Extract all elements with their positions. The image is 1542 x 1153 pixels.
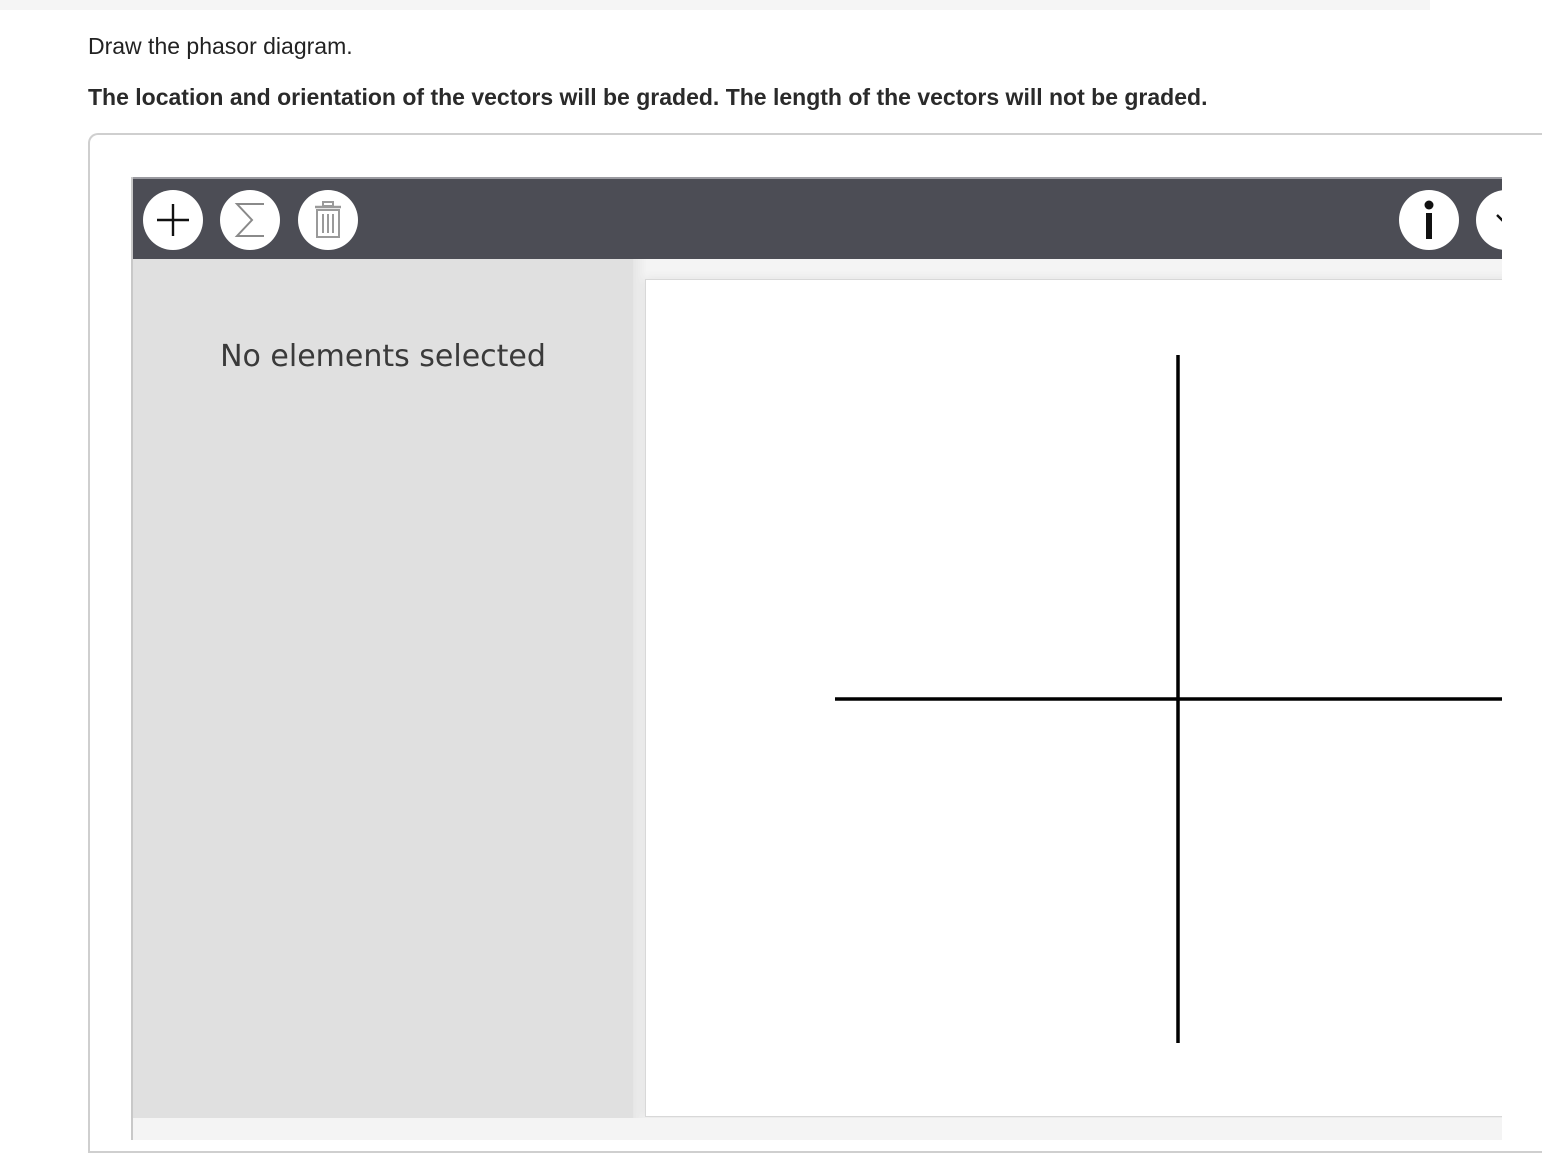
- info-button[interactable]: [1399, 190, 1459, 250]
- sigma-icon: [234, 203, 264, 237]
- grading-note: The location and orientation of the vect…: [88, 84, 1208, 110]
- properties-panel: No elements selected: [133, 259, 633, 1118]
- selection-status: No elements selected: [220, 339, 546, 374]
- top-strip: [0, 0, 1430, 10]
- toolbar: [133, 177, 1502, 259]
- drawing-canvas[interactable]: [645, 279, 1502, 1117]
- sum-button[interactable]: [220, 190, 280, 250]
- info-icon: [1424, 200, 1434, 239]
- instruction-text: Draw the phasor diagram.: [88, 33, 353, 59]
- phasor-tool: No elements selected: [131, 177, 1502, 1140]
- delete-button[interactable]: [298, 190, 358, 250]
- more-button[interactable]: [1476, 190, 1502, 250]
- phasor-axes: [835, 355, 1502, 1043]
- trash-icon: [315, 201, 341, 238]
- chevron-down-icon: [1496, 214, 1502, 222]
- bottom-strip: [133, 1118, 1502, 1140]
- plus-icon: [157, 204, 189, 236]
- add-button[interactable]: [143, 190, 203, 250]
